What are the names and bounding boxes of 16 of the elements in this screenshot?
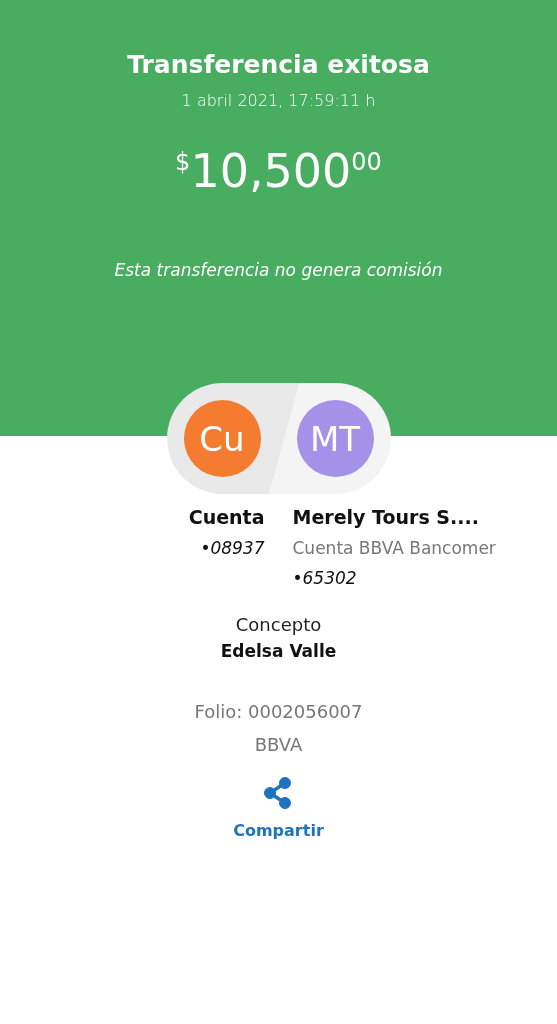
- account-number: •08937: [200, 538, 265, 558]
- transfer-datetime: 1 abril 2021, 17:59:11 h: [181, 91, 376, 110]
- account-number: •65302: [292, 568, 357, 588]
- issuer-text: BBVA: [254, 734, 303, 755]
- concept-label: Concepto: [235, 614, 322, 635]
- commission-note: Esta transferencia no genera comisión: [114, 260, 443, 280]
- avatar: MT: [296, 400, 374, 477]
- bank-name: Cuenta BBVA Bancomer: [292, 538, 496, 558]
- share-button[interactable]: Compartir: [233, 777, 324, 840]
- concept-value: Edelsa Valle: [220, 641, 337, 661]
- party-name: Cuenta: [188, 506, 265, 528]
- avatar: Cu: [183, 400, 261, 477]
- party-name: Merely Tours S....: [292, 506, 479, 528]
- status-title: Transferencia exitosa: [127, 50, 430, 79]
- folio-text: Folio: 0002056007: [194, 701, 363, 722]
- share-icon: [263, 777, 294, 809]
